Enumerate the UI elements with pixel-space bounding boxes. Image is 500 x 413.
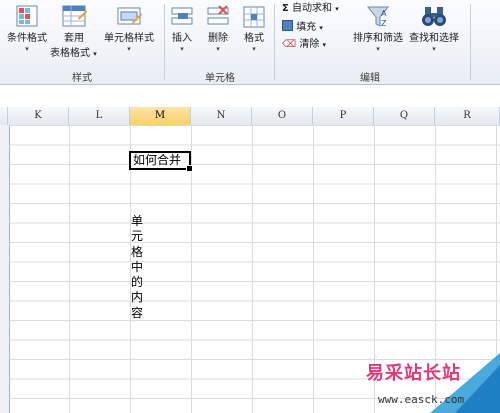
- delete-cells-icon: [207, 5, 229, 25]
- find-select-button[interactable]: 查找和选择 ▾: [406, 4, 462, 53]
- watermark-url: www.easck.com: [378, 393, 465, 406]
- cell-styles-button[interactable]: 单元格样式 ▾: [100, 4, 158, 53]
- clear-button[interactable]: ⌫ 清除 ▾: [282, 38, 326, 52]
- table-format-label-2: 表格格式 ▾: [50, 48, 97, 59]
- group-separator: [274, 4, 275, 80]
- column-header[interactable]: K: [8, 107, 69, 125]
- binoculars-icon: [422, 7, 446, 26]
- format-cells-icon: [243, 6, 265, 28]
- row-headers[interactable]: [0, 125, 10, 413]
- insert-cells-icon: [171, 7, 193, 25]
- active-cell[interactable]: 如何合并: [129, 151, 193, 172]
- chevron-down-icon: ▾: [180, 45, 184, 53]
- chevron-down-icon: ▾: [322, 41, 327, 49]
- svg-text:A: A: [381, 9, 387, 18]
- delete-label: 删除: [208, 33, 228, 44]
- vertical-cell-text: 单 元 格 中 的 内 容: [131, 214, 147, 321]
- vertical-char: 格: [131, 244, 144, 259]
- column-headers: K L M N O P Q R: [0, 107, 500, 126]
- vertical-char: 单: [131, 214, 144, 228]
- vertical-char: 容: [131, 305, 144, 320]
- delete-button[interactable]: 删除 ▾: [202, 4, 234, 53]
- chevron-down-icon: ▾: [216, 45, 220, 53]
- sort-filter-icon: A Z: [366, 6, 390, 28]
- formula-bar-area: [0, 85, 500, 108]
- sort-filter-label: 排序和筛选: [353, 33, 403, 44]
- fill-handle[interactable]: [186, 165, 193, 172]
- fill-down-icon: [282, 20, 293, 31]
- editing-group-label: 编辑: [360, 73, 380, 84]
- group-separator: [164, 4, 165, 80]
- cells-group-label: 单元格: [205, 73, 235, 84]
- find-select-label: 查找和选择: [409, 33, 459, 44]
- vertical-char: 内: [131, 290, 144, 305]
- svg-text:Z: Z: [381, 19, 387, 28]
- chevron-down-icon: ▾: [432, 45, 436, 53]
- active-cell-text: 如何合并: [133, 153, 182, 167]
- chevron-down-icon: ▾: [252, 45, 256, 53]
- group-separator: [470, 4, 471, 80]
- table-format-button[interactable]: 套用: [52, 4, 96, 45]
- vertical-char: 的: [131, 275, 144, 290]
- vertical-char: 元: [131, 229, 144, 244]
- watermark: 易采站长站 www.easck.com: [360, 353, 500, 413]
- column-header[interactable]: L: [69, 107, 130, 125]
- cell-styles-label: 单元格样式: [104, 33, 154, 44]
- sigma-icon: Σ: [282, 3, 289, 14]
- chevron-down-icon: ▾: [25, 45, 29, 53]
- autosum-label: 自动求和: [292, 3, 333, 14]
- column-header[interactable]: Q: [374, 107, 435, 125]
- cell-styles-icon: [117, 7, 142, 25]
- corner-header[interactable]: [0, 107, 8, 125]
- vertical-char: 中: [131, 259, 144, 274]
- styles-group-label: 样式: [72, 73, 92, 84]
- chevron-down-icon: ▾: [93, 50, 97, 58]
- conditional-format-button[interactable]: 条件格式 ▾: [4, 4, 50, 53]
- chevron-down-icon: ▾: [376, 45, 380, 53]
- eraser-icon: ⌫: [282, 39, 297, 50]
- format-button[interactable]: 格式 ▾: [238, 4, 270, 53]
- chevron-down-icon: ▾: [335, 5, 339, 13]
- column-header[interactable]: R: [435, 107, 500, 125]
- chevron-down-icon: ▾: [127, 45, 131, 53]
- insert-label: 插入: [172, 33, 192, 44]
- clear-label: 清除: [299, 39, 320, 50]
- conditional-format-icon: [16, 5, 38, 27]
- ribbon: 条件格式 ▾ 套用 表格格式 ▾ 单元格样式 ▾ 样式 插入 ▾ 删除 ▾ 格式…: [0, 0, 500, 85]
- table-format-label-1: 套用: [64, 33, 84, 44]
- watermark-title: 易采站长站: [366, 363, 461, 384]
- column-header[interactable]: O: [252, 107, 313, 125]
- format-label: 格式: [244, 33, 264, 44]
- insert-button[interactable]: 插入 ▾: [166, 4, 198, 53]
- conditional-format-label: 条件格式: [7, 33, 47, 44]
- sort-filter-button[interactable]: A Z 排序和筛选 ▾: [351, 4, 405, 53]
- column-header[interactable]: P: [313, 107, 374, 125]
- table-format-icon: [62, 5, 87, 27]
- fill-label: 填充: [296, 22, 317, 33]
- chevron-down-icon: ▾: [319, 24, 323, 32]
- column-header-selected[interactable]: M: [130, 107, 191, 125]
- column-header[interactable]: N: [191, 107, 252, 125]
- autosum-button[interactable]: Σ 自动求和 ▾: [282, 2, 339, 16]
- fill-button[interactable]: 填充 ▾: [282, 20, 323, 34]
